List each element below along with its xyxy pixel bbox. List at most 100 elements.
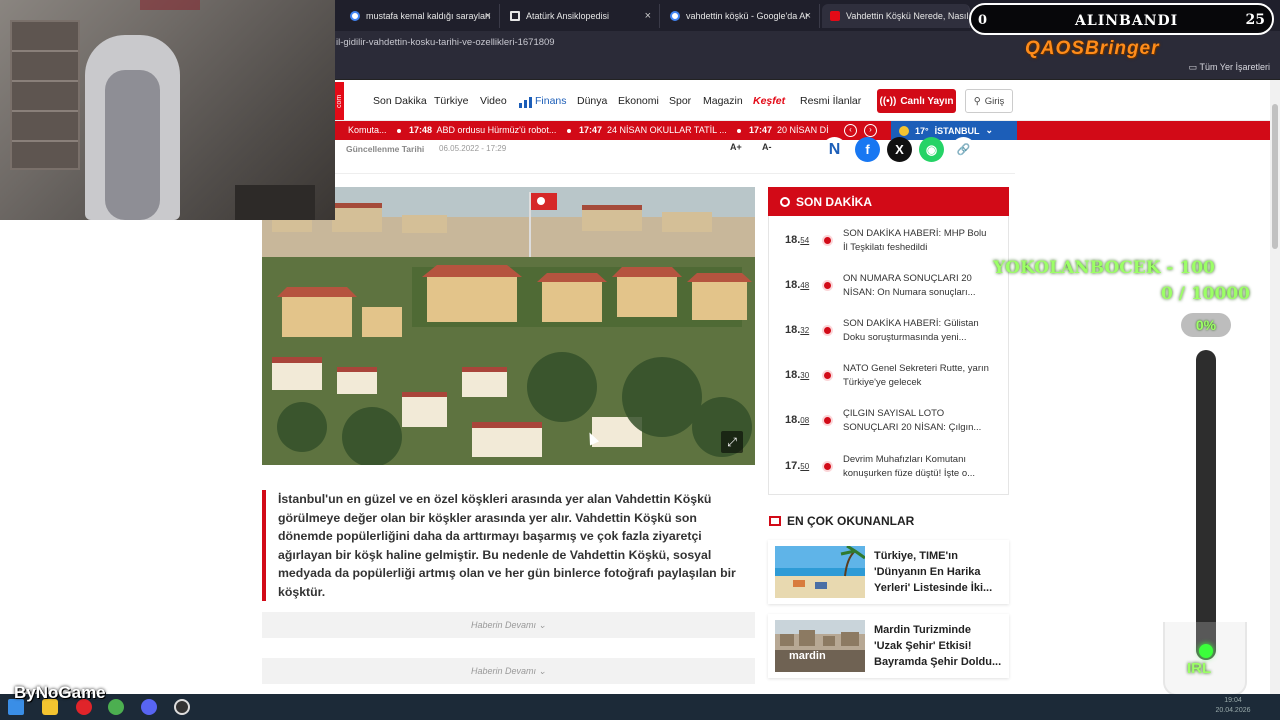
site-logo[interactable]: com: [335, 82, 344, 120]
ticker-item[interactable]: 17:47 24 NİSAN OKULLAR TATİL ...: [579, 125, 727, 135]
browser-tab-3[interactable]: vahdettin köşkü - Google'da Ar ×: [662, 4, 820, 28]
nav-son-dakika[interactable]: Son Dakika: [373, 95, 427, 107]
facebook-icon[interactable]: f: [855, 137, 880, 162]
ticker-item[interactable]: 17:48 ABD ordusu Hürmüz'ü robot...: [409, 125, 556, 135]
nav-turkiye[interactable]: Türkiye: [434, 95, 468, 107]
webcam-overlay: [0, 0, 335, 220]
site-header: com Son Dakika Türkiye Video Finans Düny…: [335, 80, 1280, 121]
breaking-news-item[interactable]: 17.50 Devrim Muhafızları Komutanı konuşu…: [769, 447, 1008, 492]
page-scrollbar[interactable]: [1270, 80, 1280, 694]
breaking-news-item[interactable]: 18.32 SON DAKİKA HABERİ: Gülistan Doku s…: [769, 311, 1008, 356]
obs-icon[interactable]: [174, 699, 190, 715]
clock-icon: [780, 196, 790, 207]
ticker-text: ABD ordusu Hürmüz'ü robot...: [436, 125, 557, 135]
expand-icon[interactable]: ⤢: [721, 431, 743, 453]
article-meta-row: Güncellenme Tarihi 06.05.2022 - 17:29 A+…: [335, 137, 1015, 174]
most-read-headline: Mardin Turizminde 'Uzak Şehir' Etkisi! B…: [874, 624, 1002, 668]
ticker-lead[interactable]: Komuta...: [348, 125, 387, 135]
breaking-news-header: SON DAKİKA: [768, 187, 1009, 216]
alinbandi-right-value: 25: [1245, 12, 1265, 28]
news-time: 18.54: [785, 234, 810, 246]
x-icon[interactable]: X: [887, 137, 912, 162]
most-read-headline: Türkiye, TIME'ın 'Dünyanın En Harika Yer…: [874, 550, 993, 594]
discord-icon[interactable]: [141, 699, 157, 715]
copy-link-icon[interactable]: 🔗: [951, 137, 976, 162]
alinbandi-counter: 0 ALINBANDI 25: [969, 3, 1274, 35]
news-headline: Devrim Muhafızları Komutanı konuşurken f…: [843, 454, 976, 479]
nav-magazin[interactable]: Magazin: [703, 95, 743, 107]
continue-label: Haberin Devamı: [470, 620, 536, 630]
news-app-icon[interactable]: N: [822, 137, 847, 162]
timeline-dot: [824, 327, 831, 334]
browser-tab-1[interactable]: mustafa kemal kaldığı sarayları ×: [342, 4, 500, 28]
browser-tab-4-active[interactable]: Vahdettin Köşkü Nerede, Nasıl: [822, 4, 970, 28]
browser-tab-2[interactable]: Atatürk Ansiklopedisi ×: [502, 4, 660, 28]
irl-label: IRL: [1187, 660, 1212, 677]
continue-reading-button[interactable]: Haberin Devamı ⌄: [262, 612, 755, 638]
continue-reading-button[interactable]: Haberin Devamı ⌄: [262, 658, 755, 684]
ticker-separator: [397, 129, 401, 133]
ticker-item[interactable]: 17:47 20 NİSAN Dİ: [749, 125, 829, 135]
breaking-news-item[interactable]: 18.54 SON DAKİKA HABERİ: MHP Bolu İl Teş…: [769, 221, 1008, 266]
weather-widget[interactable]: 17° İSTANBUL ⌄: [891, 121, 1017, 140]
book-icon: [769, 516, 781, 526]
whatsapp-icon[interactable]: ◉: [919, 137, 944, 162]
close-icon[interactable]: ×: [485, 10, 491, 22]
scrollbar-thumb[interactable]: [1272, 104, 1278, 249]
close-icon[interactable]: ×: [645, 10, 651, 22]
breaking-news-item[interactable]: 18.30 NATO Genel Sekreteri Rutte, yarın …: [769, 356, 1008, 401]
nav-spor[interactable]: Spor: [669, 95, 691, 107]
close-icon[interactable]: ×: [805, 10, 811, 22]
ticker-separator: [567, 129, 571, 133]
chevron-down-icon: ⌄: [985, 125, 994, 135]
breaking-news-item[interactable]: 18.48 ON NUMARA SONUÇLARI 20 NİSAN: On N…: [769, 266, 1008, 311]
ticker-text: 24 NİSAN OKULLAR TATİL ...: [607, 125, 727, 135]
clock[interactable]: 19:04 20.04.2026: [1203, 696, 1263, 716]
google-icon: [350, 11, 360, 21]
nav-finans[interactable]: Finans: [535, 95, 567, 107]
live-stream-button[interactable]: ((•)) Canlı Yayın: [877, 89, 956, 113]
news-time: 18.30: [785, 369, 810, 381]
desk-object: [235, 185, 315, 220]
font-increase-button[interactable]: A+: [730, 142, 742, 152]
timeline-dot: [824, 282, 831, 289]
url-text[interactable]: il-gidilir-vahdettin-kosku-tarihi-ve-oze…: [336, 37, 555, 48]
all-bookmarks-label: Tüm Yer İşaretleri: [1199, 62, 1270, 72]
login-button[interactable]: ⚲ Giriş: [965, 89, 1013, 113]
nav-ekonomi[interactable]: Ekonomi: [618, 95, 659, 107]
weather-city: İSTANBUL: [934, 125, 980, 136]
font-decrease-button[interactable]: A-: [762, 142, 772, 152]
chrome-icon[interactable]: [108, 699, 124, 715]
ticker-next-button[interactable]: ›: [864, 124, 877, 137]
beach-thumbnail[interactable]: [775, 546, 865, 598]
updated-label: Güncellenme Tarihi: [346, 144, 425, 154]
ticker-separator: [737, 129, 741, 133]
news-headline: SON DAKİKA HABERİ: MHP Bolu İl Teşkilatı…: [843, 228, 987, 253]
goal-beaker: [1163, 622, 1247, 696]
tab-label: Vahdettin Köşkü Nerede, Nasıl: [846, 11, 969, 21]
article-hero-image[interactable]: ⤢: [262, 187, 755, 465]
all-bookmarks-link[interactable]: ▭ Tüm Yer İşaretleri: [1189, 62, 1270, 73]
timeline-dot: [824, 372, 831, 379]
news-time: 18.48: [785, 279, 810, 291]
nav-dunya[interactable]: Dünya: [577, 95, 607, 107]
nav-resmi-ilanlar[interactable]: Resmi İlanlar: [800, 95, 861, 107]
nav-video[interactable]: Video: [480, 95, 507, 107]
most-read-item[interactable]: Türkiye, TIME'ın 'Dünyanın En Harika Yer…: [768, 540, 1009, 604]
news-headline: ÇILGIN SAYISAL LOTO SONUÇLARI 20 NİSAN: …: [843, 408, 982, 433]
nav-kesfet[interactable]: Keşfet: [753, 95, 785, 107]
most-read-item[interactable]: mardin Mardin Turizminde 'Uzak Şehir' Et…: [768, 614, 1009, 678]
chart-icon: [519, 97, 532, 108]
ticker-time: 17:47: [749, 125, 773, 135]
news-headline: NATO Genel Sekreteri Rutte, yarın Türkiy…: [843, 363, 989, 388]
goal-percent: 0%: [1181, 313, 1231, 337]
timeline-dot: [824, 417, 831, 424]
goal-progress-indicator: [1199, 644, 1213, 658]
breaking-news-item[interactable]: 18.08 ÇILGIN SAYISAL LOTO SONUÇLARI 20 N…: [769, 401, 1008, 446]
mardin-thumbnail[interactable]: mardin: [775, 620, 865, 672]
alinbandi-label: ALINBANDI: [1075, 13, 1179, 29]
site-favicon-icon: [830, 11, 840, 21]
user-icon: ⚲: [973, 95, 981, 107]
ticker-prev-button[interactable]: ‹: [844, 124, 857, 137]
login-label: Giriş: [984, 95, 1005, 107]
